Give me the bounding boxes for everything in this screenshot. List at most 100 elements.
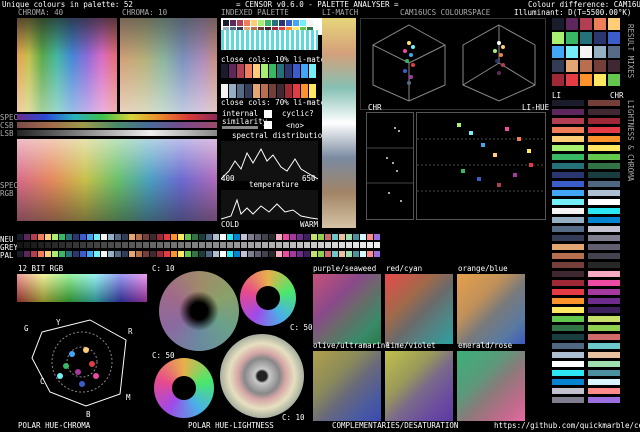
neutral-swatch — [31, 234, 37, 240]
mix-swatch — [594, 60, 606, 72]
neutral-swatch — [24, 234, 30, 240]
grey-swatch — [199, 242, 205, 248]
orange-blue-map — [457, 274, 525, 344]
close-colour-swatch — [245, 84, 252, 98]
pal-swatch — [269, 251, 275, 257]
wl-min-label: 400 — [221, 174, 235, 183]
neutral-swatch — [332, 234, 338, 240]
pal-swatch — [157, 251, 163, 257]
close-colour-swatch — [253, 64, 260, 78]
chroma-bar — [588, 136, 620, 142]
grey-swatch — [213, 242, 219, 248]
neutral-swatch — [276, 234, 282, 240]
c10-label-b: C: 10 — [282, 413, 305, 422]
chr-label: CHR — [368, 103, 382, 112]
chroma-bar — [588, 397, 620, 403]
chroma-bar — [588, 127, 620, 133]
neutral-swatch — [248, 234, 254, 240]
pal-swatch — [38, 251, 44, 257]
neutral-swatch — [304, 234, 310, 240]
chroma-bar — [588, 388, 620, 394]
neutral-swatch — [122, 234, 128, 240]
grey-swatch — [318, 242, 324, 248]
neutral-swatch — [283, 234, 289, 240]
lightness-bar — [552, 280, 584, 286]
grey-swatch — [339, 242, 345, 248]
lightness-bar — [552, 172, 584, 178]
chroma-bar — [588, 280, 620, 286]
close-colour-swatch — [309, 64, 316, 78]
mix-swatch — [594, 32, 606, 44]
olive-ultramarine-label: olive/ultramarine — [313, 341, 390, 350]
palette-swatch — [258, 20, 264, 26]
lightness-bar — [552, 208, 584, 214]
pal-swatch — [73, 251, 79, 257]
chroma-bar — [588, 370, 620, 376]
bit12-label: 12 BIT RGB — [18, 264, 64, 273]
grey-swatch — [143, 242, 149, 248]
grey-swatch — [115, 242, 121, 248]
neutral-swatch — [234, 234, 240, 240]
grey-swatch — [227, 242, 233, 248]
neutral-swatch — [339, 234, 345, 240]
pal-swatch — [45, 251, 51, 257]
neutral-swatch — [143, 234, 149, 240]
neutral-swatch — [318, 234, 324, 240]
pal-swatch — [66, 251, 72, 257]
lightness-bar — [552, 163, 584, 169]
cyclic-toggle[interactable] — [264, 121, 272, 129]
neutral-swatch — [297, 234, 303, 240]
lime-violet-label: lime/violet — [386, 341, 436, 350]
pal-swatch — [325, 251, 331, 257]
close-colour-swatch — [293, 84, 300, 98]
c50-label-b: C: 50 — [152, 351, 175, 360]
grey-swatch — [94, 242, 100, 248]
grey-swatch — [136, 242, 142, 248]
pal-swatch — [136, 251, 142, 257]
github-link[interactable]: https://github.com/quickmarble/censor — [494, 422, 640, 430]
li-column-label: LI — [552, 91, 562, 100]
lightness-bar — [552, 298, 584, 304]
grey-swatch — [283, 242, 289, 248]
pal-swatch — [318, 251, 324, 257]
grey-swatch — [346, 242, 352, 248]
close-colour-swatch — [237, 84, 244, 98]
chr-column-label: CHR — [610, 91, 624, 100]
lightness-bar — [552, 388, 584, 394]
polar-c50-disc-a — [240, 270, 296, 326]
lightness-bar — [552, 100, 584, 106]
grey-swatch — [171, 242, 177, 248]
pal-label: PAL — [0, 251, 14, 260]
g-label: G — [24, 324, 29, 333]
grey-swatch — [304, 242, 310, 248]
neutral-swatch — [290, 234, 296, 240]
close-colour-swatch — [277, 84, 284, 98]
neutral-swatch — [87, 234, 93, 240]
grey-swatch — [255, 242, 261, 248]
neutral-row — [17, 234, 380, 240]
pal-swatch — [213, 251, 219, 257]
indexed-palette-dots — [221, 30, 318, 50]
cam16ucs-label: CAM16UCS COLOURSPACE — [400, 8, 491, 17]
pal-swatch — [276, 251, 282, 257]
pal-swatch — [59, 251, 65, 257]
close-colour-swatch — [245, 64, 252, 78]
pal-swatch — [150, 251, 156, 257]
pal-swatch — [255, 251, 261, 257]
palette-swatch — [272, 20, 278, 26]
c10-label-a: C: 10 — [152, 264, 175, 273]
grey-swatch — [80, 242, 86, 248]
close-colour-swatch — [261, 84, 268, 98]
internal-similarity-toggle[interactable] — [264, 110, 272, 118]
chroma-bar — [588, 334, 620, 340]
pal-swatch — [374, 251, 380, 257]
mix-swatch — [594, 18, 606, 30]
grey-swatch — [87, 242, 93, 248]
pal-swatch — [220, 251, 226, 257]
temperature-label: temperature — [249, 180, 299, 189]
cam16ucs-cube-left — [372, 24, 446, 102]
similarity-slider[interactable] — [222, 126, 258, 129]
chr-bars — [588, 100, 620, 403]
neutral-swatch — [52, 234, 58, 240]
cyclic-label: cyclic? — [282, 109, 314, 118]
